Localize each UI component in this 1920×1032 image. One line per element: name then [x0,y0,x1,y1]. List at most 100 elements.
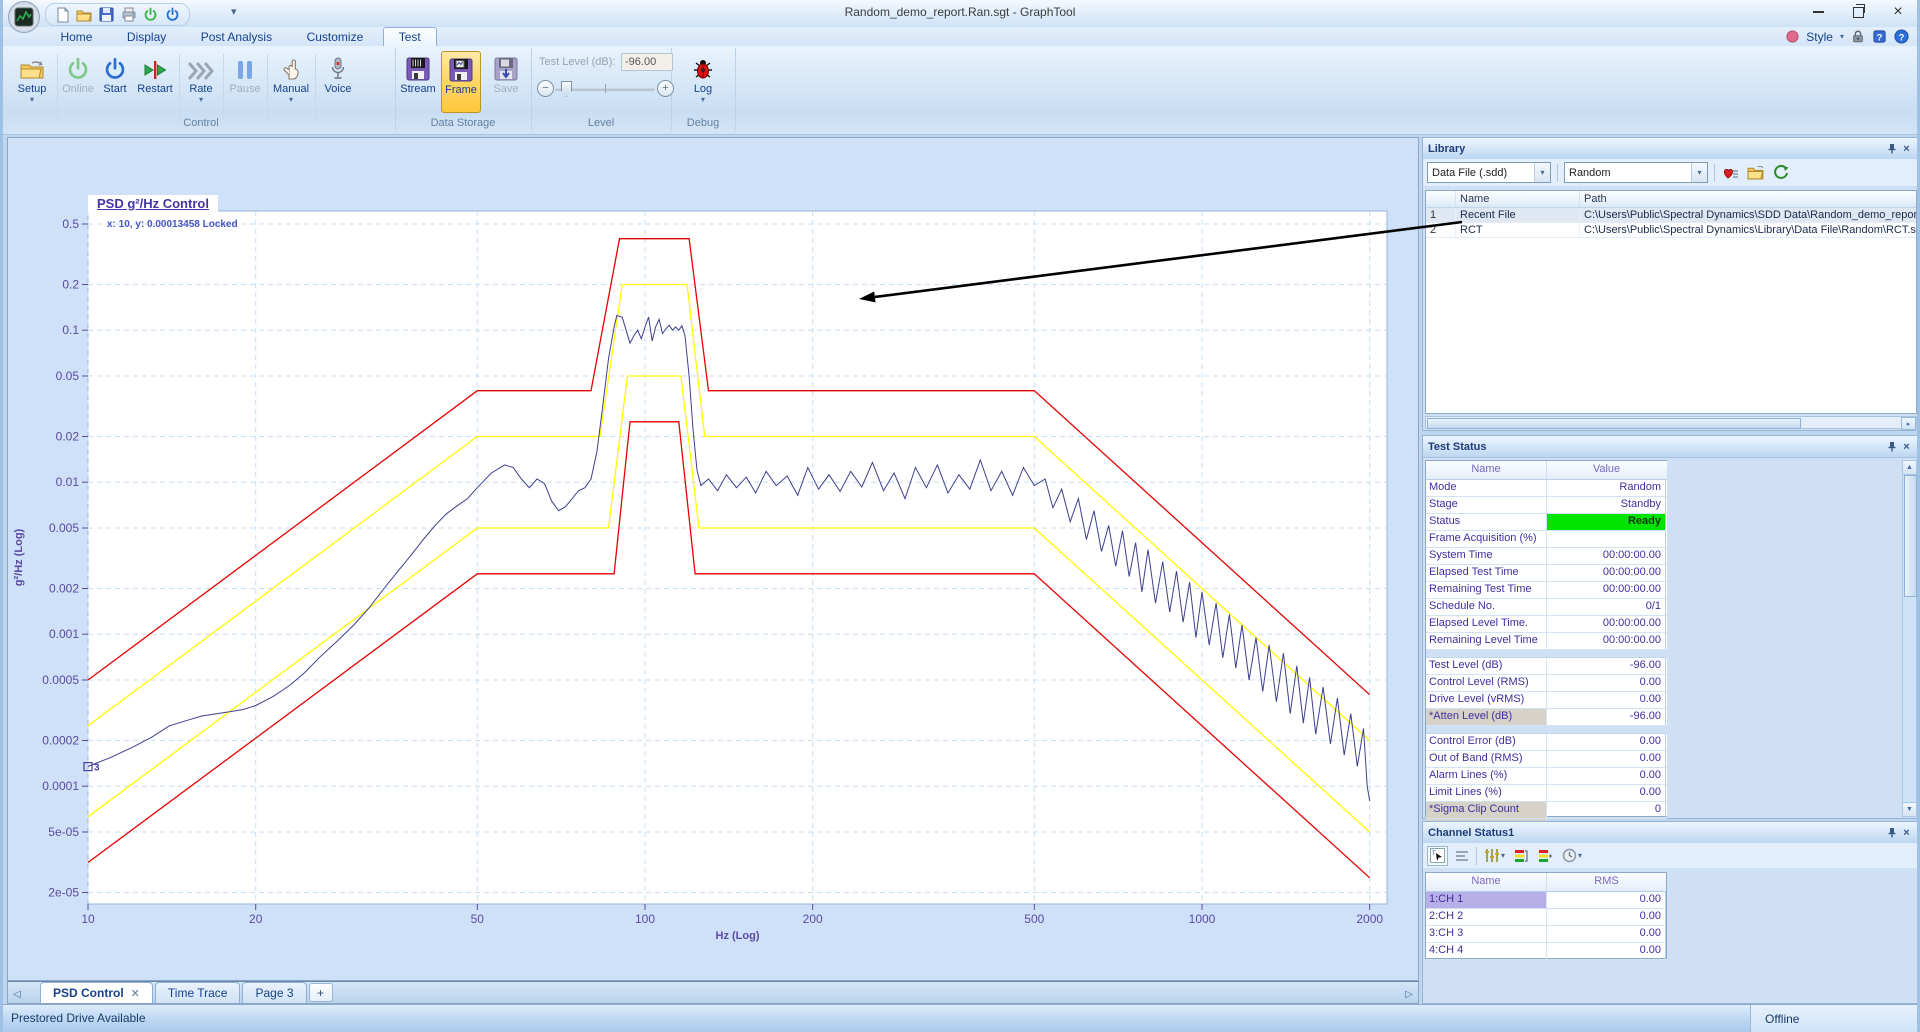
tab-display[interactable]: Display [112,28,181,47]
favorites-icon[interactable] [1721,164,1740,182]
close-panel-icon[interactable]: × [1899,440,1914,454]
app-menu-button[interactable] [8,1,40,33]
close-panel-icon[interactable]: × [1899,142,1914,156]
level-decrease-button[interactable]: − [537,80,554,97]
level-slider-thumb[interactable] [561,81,572,97]
graphtool-window: ▾ Random_demo_report.Ran.sgt - GraphTool… [0,0,1920,1032]
status-row: *Sigma Clip Count0 [1426,802,1667,819]
close-tab-icon[interactable]: ✕ [131,987,140,1000]
lock-icon[interactable] [1851,29,1865,44]
output-meter-icon[interactable] [1536,847,1555,865]
frame-button[interactable]: Frame [441,51,481,113]
minimize-button[interactable] [1805,3,1831,21]
group-label-control: Control [7,117,395,129]
group-label-level: Level [531,117,671,129]
svg-text:g²/Hz (Log): g²/Hz (Log) [13,528,25,586]
power-off-icon[interactable] [164,6,181,23]
test-status-vscrollbar[interactable]: ▲ ▼ [1902,460,1917,817]
close-button[interactable]: × [1885,3,1911,21]
vscroll-thumb[interactable] [1904,475,1917,597]
scroll-up-icon[interactable]: ▲ [1903,461,1916,475]
svg-text:0.05: 0.05 [56,369,80,383]
column-path[interactable]: Path [1580,191,1916,207]
window-title: Random_demo_report.Ran.sgt - GraphTool [3,5,1917,19]
clock-icon[interactable]: ▾ [1560,847,1584,865]
manual-button[interactable]: Manual ▾ [271,51,311,113]
library-hscroll-thumb[interactable] [1427,418,1801,429]
input-meter-icon[interactable] [1512,847,1531,865]
log-button[interactable]: Log ▾ [684,51,722,113]
print-icon[interactable] [120,6,137,23]
level-slider[interactable] [555,81,655,95]
manual-book-icon[interactable]: ? [1872,29,1887,44]
online-button[interactable]: Online [61,51,95,113]
doc-tab-psd-control[interactable]: PSD Control✕ [40,982,153,1003]
tab-scroll-left-icon[interactable]: ◁ [8,985,26,1003]
open-folder-icon[interactable] [76,6,93,23]
tab-test[interactable]: Test [383,27,437,47]
new-document-icon[interactable] [54,6,71,23]
library-panel: Library × Data File (.sdd)▾ Random▾ Name… [1422,137,1920,431]
status-row: ModeRandom [1426,480,1667,497]
statusbar: Prestored Drive Available Offline [3,1004,1917,1032]
pin-icon[interactable] [1884,440,1899,454]
status-row: Drive Level (vRMS)0.00 [1426,692,1667,709]
close-panel-icon[interactable]: × [1899,826,1914,840]
channel-row-2[interactable]: 2:CH 20.00 [1426,909,1666,926]
rate-button[interactable]: Rate ▾ [183,51,219,113]
restart-button[interactable]: Restart [135,51,175,113]
setup-button[interactable]: Setup ▾ [13,51,51,113]
frame-disk-icon [449,52,473,82]
column-name[interactable]: Name [1456,191,1580,207]
svg-text:0.0002: 0.0002 [42,734,79,748]
status-row: Alarm Lines (%)0.00 [1426,768,1667,785]
status-row: Control Level (RMS)0.00 [1426,675,1667,692]
tab-customize[interactable]: Customize [292,28,379,47]
add-page-button[interactable]: + [309,983,333,1002]
library-row-recent-file[interactable]: 1 Recent File C:\Users\Public\Spectral D… [1426,208,1916,223]
start-button[interactable]: Start [99,51,131,113]
channel-row-1[interactable]: 1:CH 10.00 [1426,892,1666,909]
style-button[interactable]: Style [1806,30,1833,44]
pin-icon[interactable] [1884,142,1899,156]
file-type-combo[interactable]: Data File (.sdd)▾ [1427,162,1551,183]
list-view-icon[interactable] [1453,847,1471,865]
pause-button[interactable]: Pause [227,51,263,113]
test-status-table: NameValue ModeRandom StageStandby Status… [1425,460,1667,817]
open-file-icon[interactable] [1746,164,1765,182]
doc-tab-time-trace[interactable]: Time Trace [155,982,241,1003]
help-icon[interactable]: ? [1894,29,1909,44]
scroll-right-icon[interactable]: ▸ [1901,417,1916,430]
scroll-down-icon[interactable]: ▼ [1903,802,1916,816]
status-row-ready: StatusReady [1426,514,1667,531]
channel-row-3[interactable]: 3:CH 30.00 [1426,926,1666,943]
select-channels-icon[interactable]: T [1427,846,1448,866]
app-logo-icon [14,7,34,27]
channel-config-icon[interactable]: ▾ [1482,847,1507,865]
library-row-rct[interactable]: 2 RCT C:\Users\Public\Spectral Dynamics\… [1426,223,1916,238]
pin-icon[interactable] [1884,826,1899,840]
restore-button[interactable] [1845,3,1871,21]
channel-row-4[interactable]: 4:CH 40.00 [1426,943,1666,960]
graph-view[interactable]: 102050100200500100020000.50.20.10.050.02… [7,137,1419,981]
qat-customize-button[interactable]: ▾ [231,5,237,18]
voice-button[interactable]: Voice [319,51,357,113]
power-on-icon[interactable] [142,6,159,23]
category-combo[interactable]: Random▾ [1564,162,1708,183]
chevron-down-icon: ▾ [30,97,34,102]
doc-tab-page3[interactable]: Page 3 [242,982,306,1003]
group-control: Setup ▾ Online Start Restart Rate ▾ [7,48,396,130]
tab-home[interactable]: Home [45,28,107,47]
library-hscrollbar[interactable]: ▸ [1425,416,1917,429]
test-level-input[interactable] [621,53,673,71]
save-icon[interactable] [98,6,115,23]
tab-scroll-right-icon[interactable]: ▷ [1400,985,1418,1003]
refresh-icon[interactable] [1771,164,1790,182]
style-caret-icon[interactable]: ▾ [1840,32,1844,41]
tab-post-analysis[interactable]: Post Analysis [186,28,287,47]
svg-text:5e-05: 5e-05 [48,825,79,839]
stream-button[interactable]: Stream [399,51,437,113]
save-data-button[interactable]: Save [487,51,525,113]
svg-text:T: T [1432,851,1436,857]
column-value: Value [1547,461,1666,479]
